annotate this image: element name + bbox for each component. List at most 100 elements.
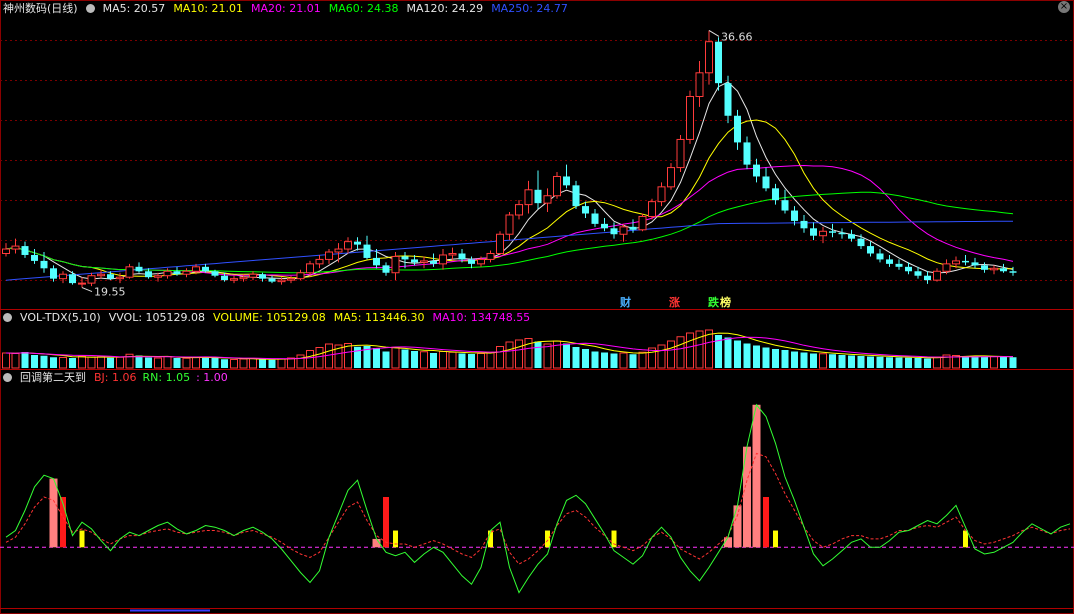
candle-body bbox=[753, 164, 760, 177]
volume-bar bbox=[306, 350, 314, 369]
volume-bar bbox=[505, 341, 514, 369]
candle-body bbox=[762, 176, 770, 189]
candle-body bbox=[695, 72, 704, 97]
candle-body bbox=[287, 278, 295, 281]
candle-body bbox=[515, 204, 523, 216]
volume-bar bbox=[373, 348, 380, 368]
volume-bar bbox=[781, 350, 789, 368]
candle-body bbox=[895, 263, 903, 267]
candle-body bbox=[772, 188, 779, 201]
volume-bar bbox=[468, 354, 475, 368]
candle-body bbox=[496, 233, 504, 254]
candle-body bbox=[648, 201, 656, 217]
candle-body bbox=[382, 265, 390, 273]
volume-bar bbox=[69, 358, 76, 368]
volume-bar bbox=[239, 358, 248, 369]
candle-body bbox=[116, 276, 124, 280]
candle-body bbox=[458, 253, 466, 260]
candle-body bbox=[125, 266, 134, 278]
candle-body bbox=[221, 275, 228, 281]
volume-bar bbox=[648, 347, 656, 369]
volume-bar bbox=[382, 351, 390, 368]
volume-bar bbox=[135, 355, 143, 368]
low-price-label: 19.55 bbox=[94, 286, 126, 299]
volume-bar bbox=[572, 347, 580, 368]
volume-bar bbox=[686, 332, 694, 369]
signal-bar-red bbox=[383, 497, 389, 548]
signal-bar-yellow bbox=[545, 530, 550, 548]
candle-body bbox=[277, 279, 286, 283]
candle-body bbox=[867, 246, 874, 254]
volume-bar bbox=[619, 352, 628, 369]
candle-body bbox=[373, 257, 380, 266]
volume-bar bbox=[2, 352, 10, 369]
volume-bar bbox=[591, 351, 599, 368]
candle-body bbox=[601, 223, 608, 229]
candle-body bbox=[259, 274, 266, 279]
volume-bar bbox=[601, 352, 608, 368]
volume-bar bbox=[50, 357, 57, 368]
candle-body bbox=[21, 246, 29, 255]
candle-body bbox=[315, 258, 324, 265]
candle-body bbox=[78, 282, 86, 285]
volume-bar bbox=[97, 356, 105, 369]
candle-body bbox=[819, 230, 827, 237]
candle-body bbox=[886, 259, 893, 264]
candle-body bbox=[430, 260, 437, 264]
chart-canvas[interactable]: 36.66 19.55 bbox=[0, 0, 1074, 614]
candle-body bbox=[154, 275, 162, 278]
volume-bar bbox=[59, 357, 67, 369]
candle-body bbox=[914, 271, 922, 276]
volume-bar bbox=[221, 359, 228, 368]
candle-body bbox=[249, 273, 257, 278]
volume-bar bbox=[734, 340, 741, 368]
candle-body bbox=[876, 253, 884, 260]
candle-body bbox=[619, 226, 628, 235]
candle-body bbox=[202, 266, 209, 272]
candle-body bbox=[192, 266, 200, 272]
volume-bar bbox=[1009, 357, 1017, 368]
volume-bar bbox=[287, 357, 295, 369]
chart-frame bbox=[0, 0, 1074, 614]
volume-bar bbox=[211, 357, 219, 368]
candle-body bbox=[705, 41, 713, 74]
volume-bar bbox=[401, 349, 409, 368]
volume-bar bbox=[676, 336, 685, 369]
volume-bar bbox=[78, 355, 86, 369]
candle-body bbox=[582, 206, 589, 214]
candle-body bbox=[686, 95, 694, 140]
candle-body bbox=[857, 238, 865, 247]
candle-body bbox=[990, 267, 998, 271]
candle-body bbox=[411, 259, 418, 263]
candle-body bbox=[534, 189, 542, 204]
candle-body bbox=[734, 115, 741, 143]
volume-bar bbox=[477, 353, 485, 369]
candle-body bbox=[354, 241, 361, 245]
candle-body bbox=[848, 234, 855, 239]
volume-bar bbox=[638, 351, 647, 369]
candle-body bbox=[59, 273, 67, 280]
volume-bar bbox=[163, 356, 172, 369]
candle-body bbox=[230, 278, 238, 281]
signal-bar-red bbox=[763, 497, 769, 548]
candle-body bbox=[1000, 268, 1007, 272]
candle-body bbox=[638, 215, 647, 231]
volume-bar bbox=[867, 356, 874, 368]
volume-bar bbox=[962, 356, 969, 368]
signal-bar-yellow bbox=[79, 530, 85, 548]
signal-bar-pink bbox=[733, 505, 742, 548]
volume-bar bbox=[202, 357, 209, 368]
candle-body bbox=[524, 189, 533, 206]
candle-body bbox=[211, 271, 219, 276]
candle-body bbox=[657, 186, 666, 203]
volume-bar bbox=[296, 354, 305, 369]
candle-body bbox=[325, 251, 333, 260]
volume-bar bbox=[173, 358, 181, 368]
volume-bar bbox=[905, 357, 912, 368]
volume-bar bbox=[439, 351, 447, 369]
candle-body bbox=[724, 83, 732, 116]
signal-bar-yellow bbox=[773, 530, 778, 548]
volume-bar bbox=[886, 357, 893, 368]
candle-body bbox=[610, 228, 618, 235]
volume-bar bbox=[772, 349, 779, 368]
